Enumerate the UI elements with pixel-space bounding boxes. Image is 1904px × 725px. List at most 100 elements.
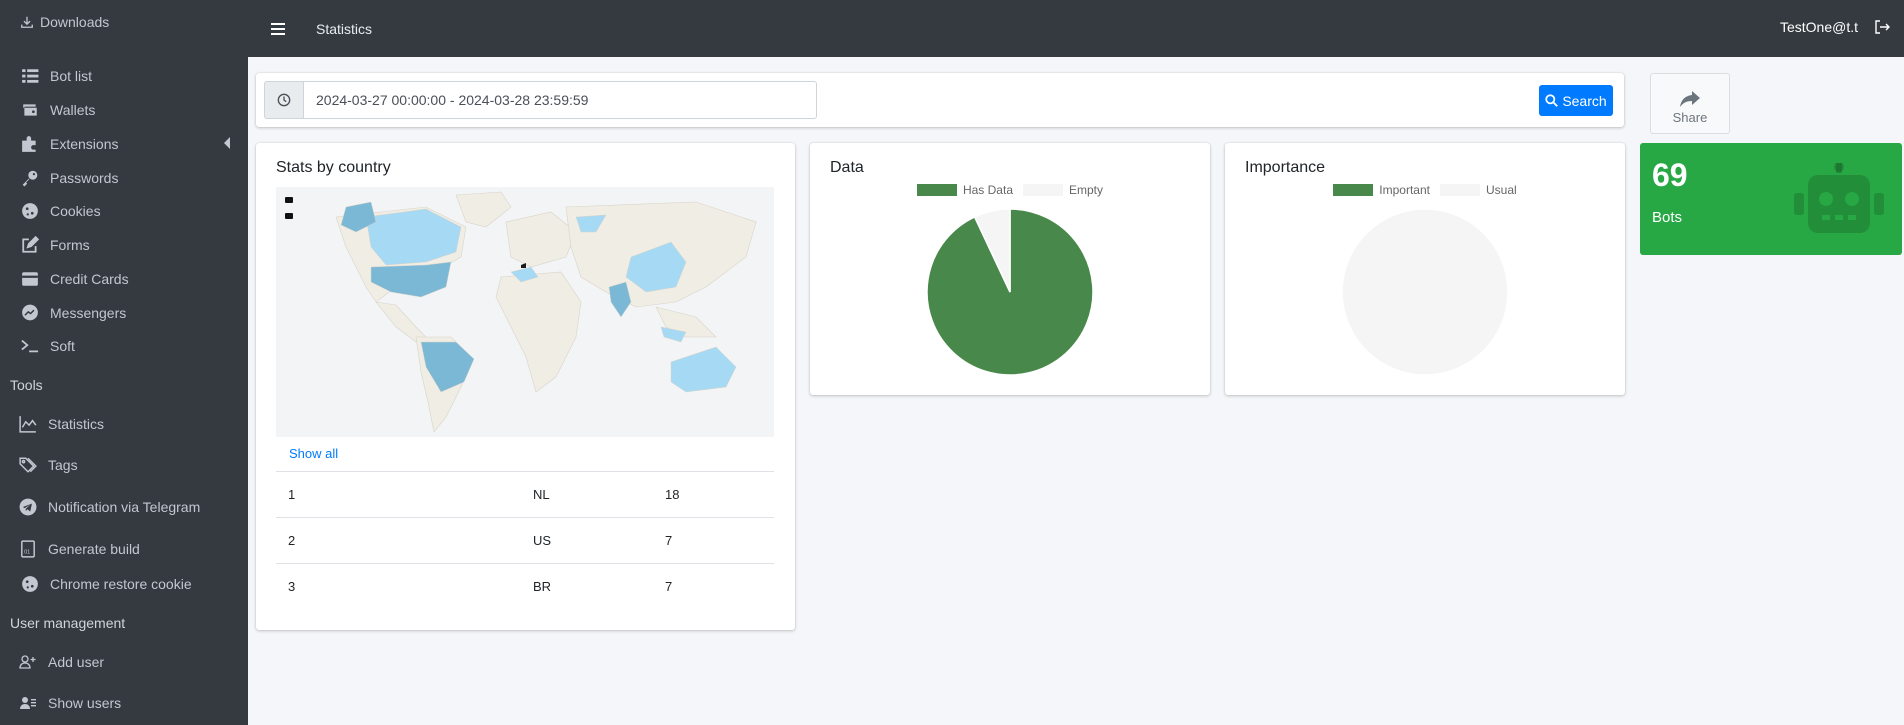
map-zoom-in-button <box>285 197 293 203</box>
search-icon <box>1545 94 1559 107</box>
legend-swatch <box>1023 184 1063 196</box>
sidebar-item-label: Generate build <box>48 541 140 557</box>
tags-icon <box>18 455 38 475</box>
rank-cell: 1 <box>288 487 296 502</box>
table-row: 2 US 7 <box>276 517 774 563</box>
sidebar-item-label: Extensions <box>50 136 119 152</box>
bots-count-box[interactable]: 69 Bots <box>1640 143 1902 255</box>
bots-count-value: 69 <box>1652 157 1688 193</box>
users-list-icon <box>18 693 38 713</box>
legend-label: Important <box>1379 183 1430 197</box>
rank-cell: 2 <box>288 533 296 548</box>
sidebar-item-label: Downloads <box>40 14 110 30</box>
telegram-icon <box>18 497 38 517</box>
sidebar-item-cookies[interactable]: Cookies <box>20 199 101 223</box>
pie-slice-usual[interactable] <box>1341 208 1509 376</box>
legend-label: Usual <box>1486 183 1517 197</box>
importance-card-title: Importance <box>1245 159 1326 176</box>
map-region-africa <box>495 271 582 393</box>
legend-item[interactable]: Empty <box>1023 183 1103 197</box>
country-code-cell: BR <box>533 579 552 594</box>
map-country-australia <box>670 346 737 393</box>
puzzle-icon <box>20 134 40 154</box>
sidebar-item-label: Passwords <box>50 170 119 186</box>
cookie-icon <box>20 201 40 221</box>
sidebar-item-passwords[interactable]: Passwords <box>20 166 118 190</box>
sidebar-item-telegram[interactable]: Notification via Telegram <box>18 495 200 519</box>
search-button-label: Search <box>1562 92 1607 109</box>
wallet-icon <box>20 100 40 120</box>
robot-icon <box>1794 162 1884 235</box>
top-navbar: Statistics TestOne@t.t <box>248 0 1904 57</box>
world-map[interactable] <box>276 187 774 437</box>
map-zoom-out-button <box>285 213 293 219</box>
clock-icon <box>277 93 291 107</box>
sidebar-item-soft[interactable]: Soft <box>20 334 75 358</box>
user-email[interactable]: TestOne@t.t <box>1780 19 1858 35</box>
legend-swatch <box>916 184 957 196</box>
file-binary-icon: 01 <box>18 539 38 559</box>
legend-item[interactable]: Usual <box>1440 183 1517 197</box>
data-chart-card: Data Has Data Empty <box>810 143 1210 395</box>
country-stats-card: Stats by country Show all 1 NL 18 2 US 7… <box>256 143 795 630</box>
country-code-cell: US <box>533 533 552 548</box>
search-button[interactable]: Search <box>1539 85 1613 116</box>
date-filter-card: Search <box>256 73 1624 127</box>
sidebar-header-tools: Tools <box>10 377 43 393</box>
share-button[interactable]: Share <box>1650 73 1730 134</box>
sidebar-item-extensions[interactable]: Extensions <box>20 132 118 156</box>
sidebar-item-generate-build[interactable]: 01 Generate build <box>18 537 140 561</box>
count-cell: 7 <box>665 533 673 548</box>
terminal-icon <box>20 336 40 356</box>
chevron-left-icon[interactable] <box>222 136 232 150</box>
sidebar-item-label: Chrome restore cookie <box>50 576 192 592</box>
chart-line-icon <box>18 414 38 434</box>
sidebar-item-wallets[interactable]: Wallets <box>20 98 95 122</box>
sidebar-item-label: Forms <box>50 237 90 253</box>
date-range-input[interactable] <box>303 81 817 119</box>
sidebar-item-statistics[interactable]: Statistics <box>18 412 104 436</box>
key-icon <box>20 168 40 188</box>
credit-card-icon <box>20 269 40 289</box>
country-code-cell: NL <box>533 487 550 502</box>
sidebar-item-credit-cards[interactable]: Credit Cards <box>20 267 129 291</box>
svg-text:01: 01 <box>24 550 30 556</box>
data-pie-chart[interactable] <box>925 207 1095 377</box>
legend-swatch <box>1440 184 1480 196</box>
sidebar-item-label: Soft <box>50 338 75 354</box>
show-all-link[interactable]: Show all <box>289 446 338 461</box>
legend-item[interactable]: Has Data <box>916 183 1013 197</box>
share-icon <box>1679 90 1701 108</box>
sidebar-item-forms[interactable]: Forms <box>20 233 90 257</box>
logout-icon[interactable] <box>1874 19 1890 35</box>
table-row: 1 NL 18 <box>276 471 774 517</box>
table-row: 3 BR 7 <box>276 563 774 609</box>
sidebar-item-downloads[interactable]: Downloads <box>20 10 109 34</box>
rank-cell: 3 <box>288 579 296 594</box>
sidebar-item-show-users[interactable]: Show users <box>18 691 121 715</box>
sidebar-item-messengers[interactable]: Messengers <box>20 301 126 325</box>
sidebar-item-label: Messengers <box>50 305 127 321</box>
map-region-central-america <box>375 301 427 343</box>
list-icon <box>20 66 40 86</box>
page-title[interactable]: Statistics <box>316 21 372 37</box>
sidebar-item-label: Bot list <box>50 68 93 84</box>
cookie-icon <box>20 574 40 594</box>
legend-label: Has Data <box>962 183 1013 197</box>
importance-pie-chart[interactable] <box>1340 207 1510 377</box>
sidebar-item-chrome-restore-cookie[interactable]: Chrome restore cookie <box>20 572 192 596</box>
country-card-title: Stats by country <box>276 159 391 176</box>
bots-count-label: Bots <box>1652 209 1683 226</box>
map-country-netherlands <box>521 263 526 268</box>
sidebar-item-bot-list[interactable]: Bot list <box>20 64 92 88</box>
legend-label: Empty <box>1069 183 1104 197</box>
sidebar-item-add-user[interactable]: Add user <box>18 650 104 674</box>
legend-item[interactable]: Important <box>1333 183 1430 197</box>
map-region-europe <box>505 211 577 268</box>
importance-chart-card: Importance Important Usual <box>1225 143 1625 395</box>
sidebar: Downloads Bot list Wallets Extensions Pa… <box>0 0 248 725</box>
hamburger-menu-icon[interactable] <box>271 22 285 35</box>
user-plus-icon <box>18 652 38 672</box>
sidebar-item-tags[interactable]: Tags <box>18 453 78 477</box>
data-card-title: Data <box>830 159 864 176</box>
